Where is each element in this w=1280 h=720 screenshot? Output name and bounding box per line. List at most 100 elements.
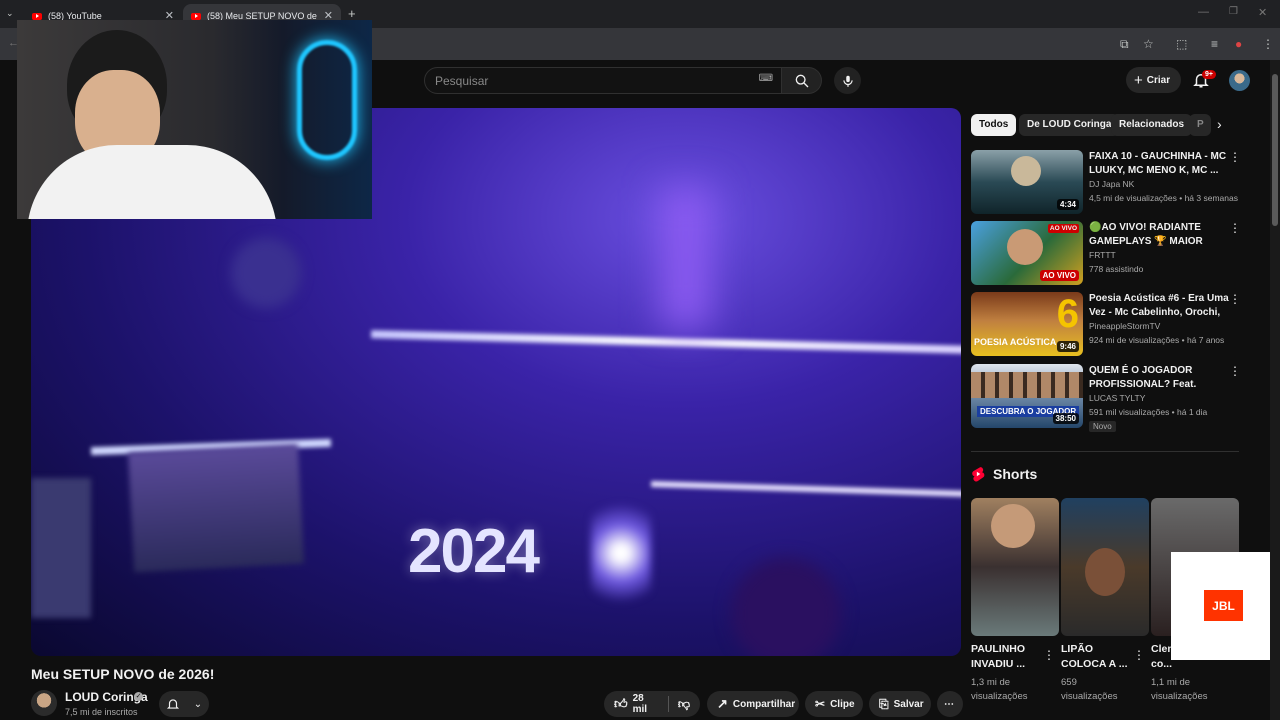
thumbnail-emblem bbox=[1011, 156, 1041, 186]
short-views: 1,1 mi de visualizações bbox=[1151, 676, 1208, 704]
video-thumbnail[interactable]: 6 POESIA ACÚSTICA 9:46 bbox=[971, 292, 1083, 356]
new-tab-icon[interactable]: + bbox=[348, 6, 356, 21]
short-views: 1,3 mi de visualizações bbox=[971, 676, 1028, 704]
search-placeholder: Pesquisar bbox=[435, 74, 489, 88]
channel-name[interactable]: PineappleStormTV bbox=[1089, 321, 1160, 331]
short-title[interactable]: LIPÃO COLOCA A ... bbox=[1061, 642, 1131, 672]
pc-case-fans bbox=[591, 488, 651, 618]
video-title[interactable]: QUEM É O JOGADOR PROFISSIONAL? Feat. Mir… bbox=[1089, 364, 1229, 392]
video-overlay-year: 2024 bbox=[408, 517, 540, 586]
chip-all[interactable]: Todos bbox=[971, 114, 1017, 136]
recommendation-item[interactable]: 4:34 FAIXA 10 - GAUCHINHA - MC LUUKY, MC… bbox=[971, 150, 1241, 218]
shorts-section-header: Shorts bbox=[971, 466, 1037, 482]
short-thumbnail[interactable] bbox=[1061, 498, 1149, 636]
search-input[interactable]: Pesquisar ⌨ bbox=[424, 67, 782, 94]
create-button[interactable]: + Criar bbox=[1126, 67, 1181, 93]
search-icon bbox=[795, 74, 808, 87]
led-strip-light bbox=[650, 480, 961, 498]
profile-icon[interactable]: ● bbox=[1235, 37, 1242, 51]
live-badge: AO VIVO bbox=[1039, 270, 1079, 281]
more-vertical-icon[interactable]: ⋮ bbox=[1229, 292, 1241, 306]
short-views-line2: visualizações bbox=[1151, 691, 1208, 702]
video-duration: 38:50 bbox=[1052, 413, 1079, 424]
section-divider bbox=[971, 451, 1239, 452]
bell-icon bbox=[166, 699, 179, 709]
voice-search-button[interactable] bbox=[834, 67, 861, 94]
media-control-icon[interactable]: ≡ bbox=[1211, 37, 1218, 51]
microphone-icon bbox=[842, 75, 853, 87]
clip-label: Clipe bbox=[830, 698, 855, 710]
recommendation-item[interactable]: AO VIVO AO VIVO 🟢AO VIVO! RADIANTE GAMEP… bbox=[971, 221, 1241, 289]
channel-name[interactable]: FRTTT bbox=[1089, 250, 1116, 260]
tab-list-icon[interactable]: ⌄ bbox=[6, 8, 14, 19]
video-thumbnail[interactable]: DESCUBRA O JOGADOR 38:50 bbox=[971, 364, 1083, 428]
create-label: Criar bbox=[1146, 74, 1171, 86]
thumbnail-number: 6 bbox=[1056, 292, 1079, 336]
scissors-icon: ✂ bbox=[815, 697, 826, 711]
video-title[interactable]: FAIXA 10 - GAUCHINHA - MC LUUKY, MC MENO… bbox=[1089, 150, 1229, 178]
keyboard-icon[interactable]: ⌨ bbox=[759, 73, 773, 84]
share-button[interactable]: ↗ Compartilhar bbox=[707, 691, 799, 717]
channel-name[interactable]: LUCAS TYLTY bbox=[1089, 393, 1145, 403]
short-views: 659 visualizações bbox=[1061, 676, 1118, 704]
video-meta: 778 assistindo bbox=[1089, 264, 1144, 274]
live-top-badge: AO VIVO bbox=[1047, 224, 1079, 233]
cast-icon[interactable]: ⧉ bbox=[1120, 37, 1129, 52]
account-avatar[interactable] bbox=[1229, 70, 1250, 91]
chips-next-arrow-icon[interactable]: › bbox=[1217, 116, 1222, 132]
close-window-icon[interactable]: ✕ bbox=[1258, 6, 1267, 19]
video-title[interactable]: Poesia Acústica #6 - Era Uma Vez - Mc Ca… bbox=[1089, 292, 1229, 320]
wall-lamp bbox=[231, 238, 301, 308]
restore-icon[interactable]: ❐ bbox=[1229, 6, 1238, 17]
chip-related[interactable]: Relacionados bbox=[1111, 114, 1193, 136]
video-meta: 591 mil visualizações • há 1 dia bbox=[1089, 407, 1208, 417]
video-title[interactable]: 🟢AO VIVO! RADIANTE GAMEPLAYS 🏆 MAIOR SEN… bbox=[1089, 221, 1229, 249]
recommendation-item[interactable]: DESCUBRA O JOGADOR 38:50 QUEM É O JOGADO… bbox=[971, 364, 1241, 432]
more-actions-button[interactable]: ⋯ bbox=[937, 691, 963, 717]
more-vertical-icon[interactable]: ⋮ bbox=[1043, 648, 1055, 662]
chip-truncated[interactable]: P bbox=[1189, 114, 1211, 136]
thumbnail-text: POESIA ACÚSTICA bbox=[974, 337, 1057, 347]
more-vertical-icon[interactable]: ⋮ bbox=[1229, 221, 1241, 235]
channel-name[interactable]: DJ Japa NK bbox=[1089, 179, 1134, 189]
more-vertical-icon[interactable]: ⋮ bbox=[1133, 648, 1145, 662]
video-meta: 924 mi de visualizações • há 7 anos bbox=[1089, 335, 1225, 345]
minimize-icon[interactable]: — bbox=[1198, 6, 1209, 18]
video-thumbnail[interactable]: 4:34 bbox=[971, 150, 1083, 214]
youtube-favicon-icon bbox=[191, 12, 201, 20]
share-icon: ↗ bbox=[717, 696, 728, 711]
plus-icon: + bbox=[1134, 71, 1143, 89]
short-views-line2: visualizações bbox=[1061, 691, 1118, 702]
sponsor-overlay[interactable]: JBL bbox=[1171, 552, 1280, 660]
shorts-logo-icon bbox=[972, 467, 985, 482]
recommendation-item[interactable]: 6 POESIA ACÚSTICA 9:46 Poesia Acústica #… bbox=[971, 292, 1241, 360]
video-thumbnail[interactable]: AO VIVO AO VIVO bbox=[971, 221, 1083, 285]
clip-button[interactable]: ✂ Clipe bbox=[805, 691, 863, 717]
thumbnail-face bbox=[1085, 548, 1125, 596]
video-title: Meu SETUP NOVO de 2026! bbox=[31, 666, 215, 682]
scrollbar-thumb[interactable] bbox=[1272, 74, 1278, 226]
short-views-line1: 1,3 mi de bbox=[971, 677, 1011, 688]
short-title[interactable]: PAULINHO INVADIU ... bbox=[971, 642, 1041, 672]
webcam-overlay bbox=[17, 20, 372, 219]
channel-avatar[interactable] bbox=[31, 690, 57, 716]
subscriber-count: 7,5 mi de inscritos bbox=[65, 707, 138, 717]
light-glow bbox=[661, 188, 711, 328]
thumbnail-face bbox=[991, 504, 1035, 548]
bookmark-star-icon[interactable]: ☆ bbox=[1143, 37, 1154, 51]
chip-from-channel[interactable]: De LOUD Coringa bbox=[1019, 114, 1120, 136]
jbl-logo: JBL bbox=[1204, 590, 1243, 621]
video-duration: 4:34 bbox=[1056, 199, 1079, 210]
subscription-notifications-button[interactable]: ⌄ bbox=[159, 691, 209, 717]
chevron-down-icon: ⌄ bbox=[193, 698, 203, 710]
search-button[interactable] bbox=[782, 67, 822, 94]
dislike-button[interactable]: 👎︎ bbox=[678, 697, 690, 712]
like-button[interactable]: 👍︎ 28 mil bbox=[614, 693, 655, 715]
extensions-icon[interactable]: ⬚ bbox=[1176, 37, 1187, 51]
browser-menu-icon[interactable]: ⋮ bbox=[1262, 37, 1274, 51]
more-vertical-icon[interactable]: ⋮ bbox=[1229, 150, 1241, 164]
short-thumbnail[interactable] bbox=[971, 498, 1059, 636]
like-dislike-group: 👍︎ 28 mil 👎︎ bbox=[604, 691, 700, 717]
more-vertical-icon[interactable]: ⋮ bbox=[1229, 364, 1241, 378]
save-button[interactable]: ⎘ Salvar bbox=[869, 691, 931, 717]
